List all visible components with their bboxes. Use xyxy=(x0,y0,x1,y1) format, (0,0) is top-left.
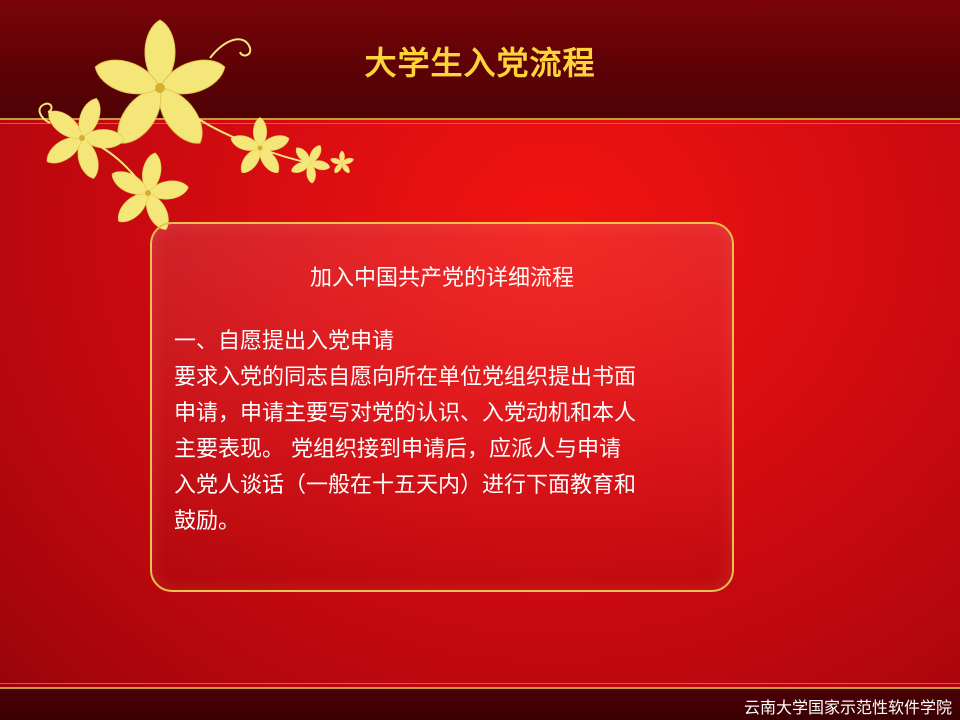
content-subtitle: 加入中国共产党的详细流程 xyxy=(309,266,574,291)
body-line: 申请，申请主要写对党的认识、入党动机和本人 xyxy=(174,401,637,426)
body-line: 入党人谈话（一般在十五天内）进行下面教育和 xyxy=(174,473,637,498)
body-line: 要求入党的同志自愿向所在单位党组织提出书面 xyxy=(174,365,637,390)
footer-institution: 云南大学国家示范性软件学院 xyxy=(743,698,952,717)
body-line: 主要表现。 党组织接到申请后，应派人与申请 xyxy=(174,437,621,462)
body-line: 鼓励。 xyxy=(174,509,241,534)
footer-divider-thin xyxy=(0,683,960,684)
section-heading: 一、自愿提出入党申请 xyxy=(174,329,395,354)
content-panel: 加入中国共产党的详细流程 一、自愿提出入党申请 要求入党的同志自愿向所在单位党组… xyxy=(150,222,734,592)
slide-title: 大学生入党流程 xyxy=(364,44,596,82)
content-body: 一、自愿提出入党申请 要求入党的同志自愿向所在单位党组织提出书面 申请，申请主要… xyxy=(174,324,804,540)
